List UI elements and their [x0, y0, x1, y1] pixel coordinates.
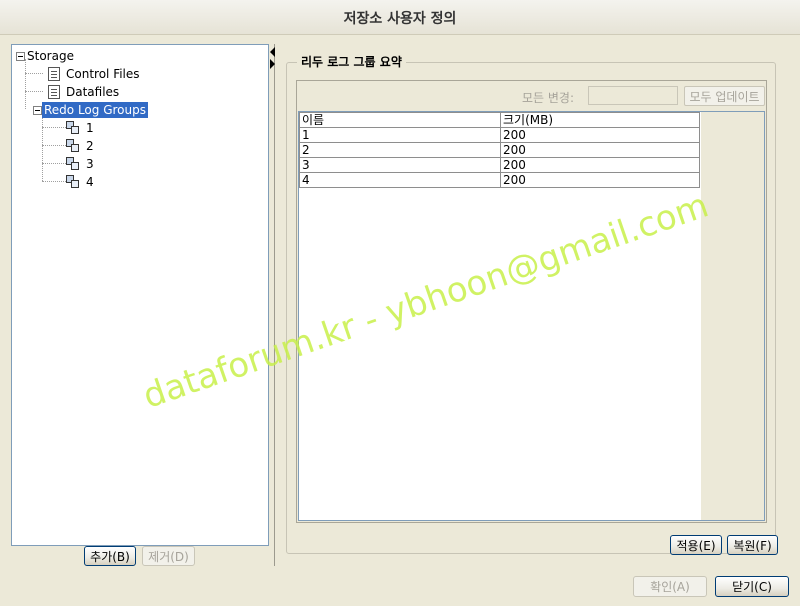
- tree-node-redo-group[interactable]: 4: [66, 173, 96, 191]
- storage-tree[interactable]: Storage Control Files Datafiles Redo Log…: [11, 44, 269, 546]
- tree-node-redo-group[interactable]: 1: [66, 119, 96, 137]
- table-header-row: 이름 크기(MB): [299, 112, 700, 128]
- expand-right-arrow-icon[interactable]: [270, 59, 275, 69]
- cell-name[interactable]: 4: [299, 172, 501, 188]
- cell-size[interactable]: 200: [500, 127, 700, 143]
- tree-node-label: Storage: [27, 49, 74, 63]
- remove-button[interactable]: 제거(D): [142, 546, 195, 566]
- tree-connector: [25, 91, 43, 92]
- revert-button[interactable]: 복원(F): [727, 535, 778, 555]
- tree-node-label: 1: [86, 121, 94, 135]
- table-row[interactable]: 4 200: [299, 172, 700, 188]
- update-all-button[interactable]: 모두 업데이트: [684, 86, 765, 106]
- tree-connector: [42, 181, 66, 182]
- apply-button[interactable]: 적용(E): [670, 535, 722, 555]
- tree-connector: [42, 145, 66, 146]
- tree-connector: [25, 73, 43, 74]
- ok-button[interactable]: 확인(A): [633, 576, 707, 597]
- redo-log-group-icon: [66, 157, 80, 171]
- all-change-input[interactable]: [588, 86, 678, 105]
- collapse-icon[interactable]: [16, 51, 25, 61]
- cell-size[interactable]: 200: [500, 157, 700, 173]
- tree-node-label: Datafiles: [66, 85, 120, 99]
- window-title: 저장소 사용자 정의: [343, 11, 457, 27]
- cell-name[interactable]: 1: [299, 127, 501, 143]
- tree-node-label: Control Files: [66, 67, 140, 81]
- cell-size[interactable]: 200: [500, 172, 700, 188]
- pane-splitter[interactable]: [270, 44, 275, 566]
- collapse-left-arrow-icon[interactable]: [270, 47, 275, 57]
- tree-connector: [42, 127, 66, 128]
- column-header-name[interactable]: 이름: [299, 112, 501, 128]
- redo-log-group-icon: [66, 175, 80, 189]
- tree-connector: [42, 115, 43, 181]
- control-file-icon: [48, 67, 60, 81]
- table-row[interactable]: 3 200: [299, 157, 700, 173]
- tree-node-redo-group[interactable]: 2: [66, 137, 96, 155]
- tree-connector: [42, 163, 66, 164]
- cell-name[interactable]: 3: [299, 157, 501, 173]
- cell-size[interactable]: 200: [500, 142, 700, 158]
- tree-connector: [25, 59, 26, 109]
- window-titlebar: 저장소 사용자 정의: [0, 0, 800, 35]
- tree-node-control-files[interactable]: Control Files: [48, 65, 142, 83]
- tree-node-redo-group[interactable]: 3: [66, 155, 96, 173]
- tree-node-label: 2: [86, 139, 94, 153]
- table-row[interactable]: 2 200: [299, 142, 700, 158]
- group-title: 리두 로그 그룹 요약: [297, 53, 406, 70]
- tree-node-label: Redo Log Groups: [42, 102, 148, 118]
- close-button[interactable]: 닫기(C): [715, 576, 789, 597]
- collapse-icon[interactable]: [33, 105, 42, 115]
- redo-log-group-icon: [66, 139, 80, 153]
- cell-name[interactable]: 2: [299, 142, 501, 158]
- table-row[interactable]: 1 200: [299, 127, 700, 143]
- datafile-icon: [48, 85, 60, 99]
- all-change-label: 모든 변경:: [522, 91, 575, 105]
- redo-log-group-icon: [66, 121, 80, 135]
- redo-log-table[interactable]: 이름 크기(MB) 1 200 2 200 3 200 4 200: [298, 111, 765, 521]
- tree-node-label: 4: [86, 175, 94, 189]
- redo-log-grid[interactable]: 이름 크기(MB) 1 200 2 200 3 200 4 200: [299, 112, 700, 188]
- add-button[interactable]: 추가(B): [84, 546, 136, 566]
- tree-node-label: 3: [86, 157, 94, 171]
- tree-node-datafiles[interactable]: Datafiles: [48, 83, 121, 101]
- tree-node-storage[interactable]: Storage: [16, 47, 76, 65]
- column-header-size[interactable]: 크기(MB): [500, 112, 700, 128]
- tree-node-redo-log-groups[interactable]: Redo Log Groups: [33, 101, 148, 119]
